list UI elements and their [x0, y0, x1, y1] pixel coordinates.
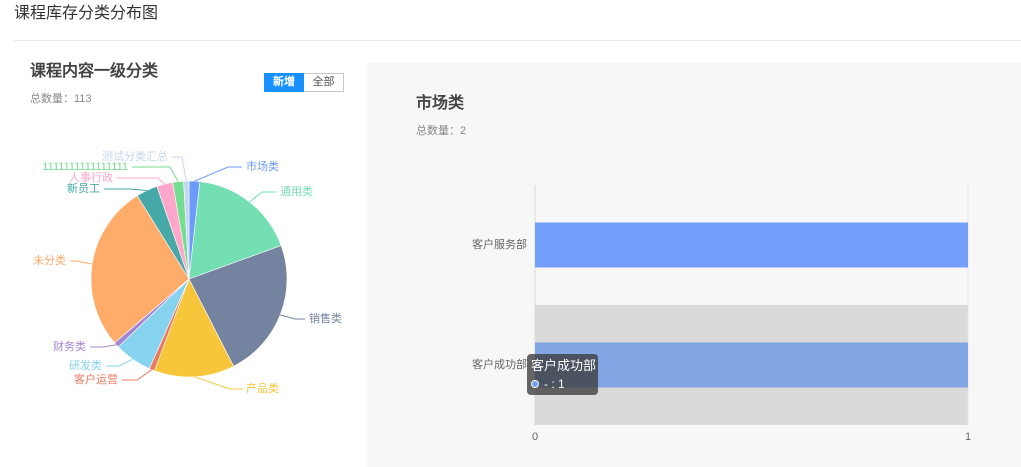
chart-tooltip: 客户成功部 - : 1	[527, 354, 598, 395]
pie-label: 产品类	[246, 381, 279, 395]
pie-label-line	[280, 314, 305, 320]
toggle-all-button[interactable]: 全部	[304, 73, 344, 92]
pie-label: 销售类	[309, 311, 342, 325]
page-title: 课程库存分类分布图	[14, 5, 159, 22]
pie-label: 客户运营	[74, 372, 118, 386]
pie-label-line	[194, 166, 242, 182]
y-category-label: 客户成功部	[472, 357, 527, 371]
pie-label: 研发类	[69, 358, 102, 372]
tooltip-value: - : 1	[544, 377, 565, 391]
subcategory-panel: 市场类 总数量：2 客户服务部 客户成功部 0 1 客户成功部 - : 1	[367, 63, 1021, 467]
bar[interactable]	[535, 222, 968, 268]
bar[interactable]	[535, 342, 968, 388]
tooltip-series-dot-icon	[531, 380, 539, 388]
pie-label-line	[132, 166, 179, 182]
category-pie-chart: 市场类通用类销售类产品类客户运营研发类财务类未分类新员工人事行政11111111…	[33, 149, 342, 395]
pie-label-line	[249, 191, 276, 203]
pie-label-line	[70, 260, 93, 265]
pie-label-line	[194, 376, 243, 390]
pie-label-line	[117, 177, 166, 185]
pie-slices	[90, 180, 288, 378]
pie-label: 市场类	[246, 159, 279, 173]
pie-label-line	[122, 369, 153, 381]
toggle-new-button[interactable]: 新增	[264, 73, 304, 92]
tooltip-title: 客户成功部	[531, 358, 597, 373]
page-header: 课程库存分类分布图	[14, 0, 1021, 41]
subcategory-bar-chart: 客户服务部客户成功部 0 1	[472, 185, 971, 443]
pie-chart-title: 课程内容一级分类	[30, 63, 159, 80]
y-category-label: 客户服务部	[472, 237, 527, 251]
pie-label: 通用类	[280, 184, 313, 198]
pie-label: 测试分类汇总	[102, 149, 168, 163]
pie-label-line	[104, 188, 147, 191]
pie-label-line	[172, 156, 187, 182]
tooltip-row: - : 1	[531, 376, 598, 392]
pie-label: 财务类	[53, 339, 86, 353]
pie-total-count: 总数量：113	[30, 93, 92, 105]
x-tick-label: 0	[532, 431, 538, 443]
data-scope-toggle: 新增 全部	[264, 73, 344, 92]
pie-label-line	[90, 344, 117, 348]
x-tick-label: 1	[965, 431, 971, 443]
pie-label: 未分类	[33, 253, 66, 267]
pie-label-line	[106, 358, 133, 367]
